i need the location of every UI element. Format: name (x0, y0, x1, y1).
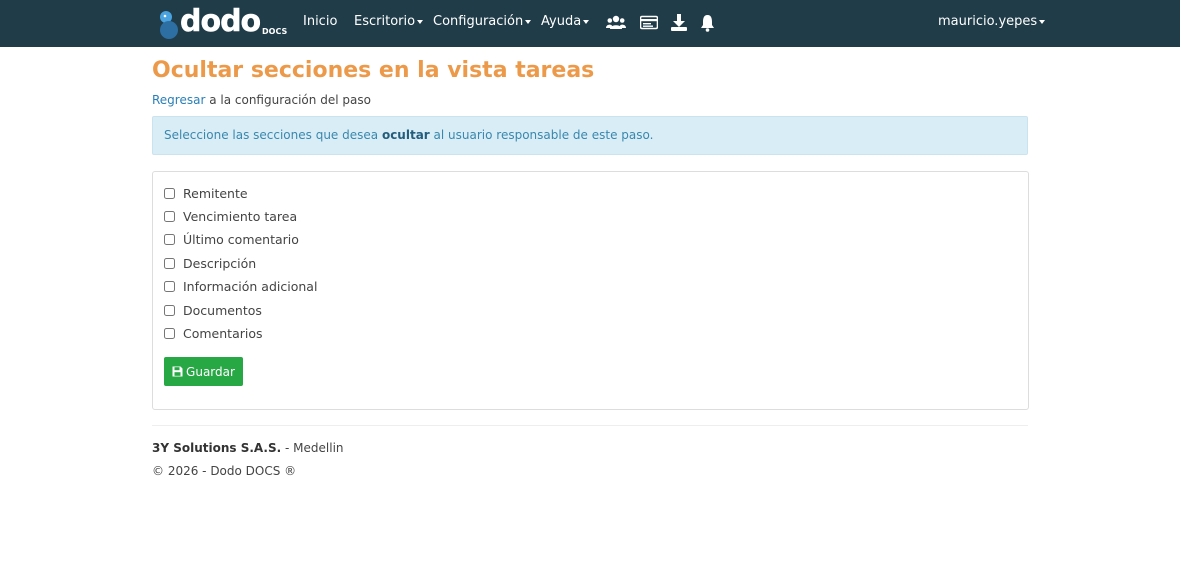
nav-escritorio[interactable]: Escritorio (354, 0, 424, 47)
logo-text: dodo (180, 4, 262, 40)
user-menu[interactable]: mauricio.yepes (938, 0, 1046, 47)
footer-city: - Medellin (285, 441, 344, 455)
caret-down-icon (1039, 19, 1046, 24)
section-label: Remitente (183, 186, 248, 201)
users-icon[interactable] (606, 13, 626, 33)
alert-bold: ocultar (381, 128, 430, 142)
alert-prefix: Seleccione las secciones que desea (164, 128, 379, 142)
page-title: Ocultar secciones en la vista tareas (152, 58, 595, 83)
id-card-icon[interactable] (639, 13, 659, 33)
footer-company-line: 3Y Solutions S.A.S. - Medellin (152, 441, 344, 455)
footer-copyright: © 2026 - Dodo DOCS ® (152, 464, 297, 478)
save-button[interactable]: Guardar (164, 357, 243, 386)
alert-suffix: al usuario responsable de este paso. (433, 128, 654, 142)
footer-divider (152, 425, 1028, 426)
caret-down-icon (417, 19, 424, 24)
dodo-logo[interactable]: dodo DOCS (158, 4, 287, 40)
nav-escritorio-label: Escritorio (354, 14, 416, 29)
documentos-checkbox[interactable] (164, 305, 175, 316)
nav-inicio-label: Inicio (303, 14, 338, 29)
section-label: Vencimiento tarea (183, 209, 298, 224)
section-label: Información adicional (183, 279, 318, 294)
bell-icon[interactable] (700, 13, 715, 33)
descripcion-checkbox[interactable] (164, 258, 175, 269)
top-navbar: dodo DOCS Inicio Escritorio Configuració… (0, 0, 1180, 47)
informacion-adicional-checkbox[interactable] (164, 281, 175, 292)
section-label: Documentos (183, 303, 262, 318)
save-button-label: Guardar (186, 364, 235, 379)
info-alert: Seleccione las secciones que desea ocult… (152, 116, 1028, 155)
section-label: Descripción (183, 256, 257, 271)
comentarios-checkbox[interactable] (164, 328, 175, 339)
back-link[interactable]: Regresar (152, 93, 205, 107)
back-line: Regresar a la configuración del paso (152, 93, 371, 107)
floppy-disk-icon (172, 366, 183, 377)
ultimo-comentario-checkbox[interactable] (164, 234, 175, 245)
logo-subtext: DOCS (262, 27, 288, 36)
nav-inicio[interactable]: Inicio (303, 0, 337, 47)
section-label: Comentarios (183, 326, 263, 341)
vencimiento-checkbox[interactable] (164, 211, 175, 222)
section-label: Último comentario (183, 232, 299, 247)
sections-panel: Remitente Vencimiento tarea Último comen… (152, 171, 1029, 410)
download-icon[interactable] (671, 13, 687, 33)
nav-configuracion[interactable]: Configuración (433, 0, 532, 47)
nav-ayuda[interactable]: Ayuda (541, 0, 590, 47)
nav-configuracion-label: Configuración (433, 14, 524, 29)
back-text: a la configuración del paso (209, 93, 371, 107)
caret-down-icon (583, 19, 590, 24)
remitente-checkbox[interactable] (164, 188, 175, 199)
caret-down-icon (525, 19, 532, 24)
user-name: mauricio.yepes (938, 14, 1038, 29)
nav-ayuda-label: Ayuda (541, 14, 582, 29)
footer-company: 3Y Solutions S.A.S. (152, 441, 282, 455)
